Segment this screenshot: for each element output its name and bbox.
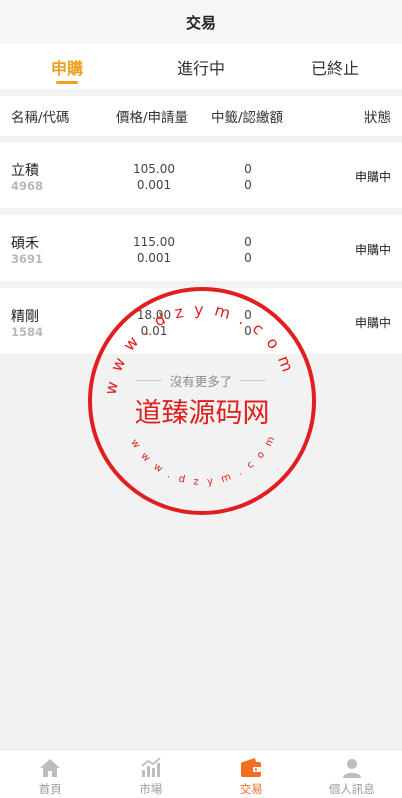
stock-subscribed: 0: [244, 324, 252, 338]
stock-code: 3691: [11, 252, 44, 266]
nav-label: 交易: [239, 782, 263, 796]
page-title: 交易: [185, 13, 216, 32]
stock-price: 115.00: [133, 235, 175, 249]
table-row[interactable]: 精剛 1584 18.00 0.01 0 0 申購中: [0, 288, 402, 354]
tab-label: 進行中: [176, 58, 225, 78]
nav-label: 個人訊息: [328, 782, 375, 796]
stock-price: 105.00: [133, 162, 175, 176]
stock-quantity: 0.001: [136, 251, 172, 265]
page-header: 交易: [0, 0, 402, 44]
tab-label: 已終止: [310, 58, 359, 78]
status-badge: 申購中: [354, 170, 391, 184]
wallet-icon: [241, 758, 262, 777]
watermark-url-bottom: www.dzym.com: [128, 427, 281, 488]
column-header-drawn: 中籤/認繳額: [211, 110, 284, 126]
column-header-name: 名稱/代碼: [11, 110, 70, 126]
nav-label: 市場: [139, 782, 163, 796]
nav-market[interactable]: 市場: [101, 750, 202, 798]
stock-name: 立積: [11, 163, 39, 179]
divider: [240, 379, 267, 381]
stock-drawn: 0: [244, 162, 252, 176]
bottom-nav: 首頁 市場 交易 個人訊息: [0, 749, 402, 798]
status-badge: 申購中: [354, 243, 391, 257]
chart-icon: [141, 757, 161, 777]
column-header-status: 狀態: [364, 110, 391, 126]
table-row[interactable]: 碩禾 3691 115.00 0.001 0 0 申購中: [0, 215, 402, 281]
tab-in-progress[interactable]: 進行中: [134, 44, 268, 89]
stock-name: 精剛: [11, 309, 39, 325]
watermark-name: 道臻源码网: [135, 398, 270, 429]
stock-code: 4968: [11, 179, 44, 193]
nav-profile[interactable]: 個人訊息: [302, 750, 402, 798]
divider: [135, 379, 162, 381]
stock-name: 碩禾: [11, 236, 39, 252]
nav-home[interactable]: 首頁: [0, 750, 101, 798]
user-icon: [342, 759, 361, 778]
stock-subscribed: 0: [244, 178, 252, 192]
nav-trade[interactable]: 交易: [201, 750, 302, 798]
list-end-text: 沒有更多了: [169, 373, 233, 389]
stock-code: 1584: [11, 325, 44, 339]
stock-quantity: 0.001: [136, 178, 172, 192]
stock-subscribed: 0: [244, 251, 252, 265]
home-icon: [40, 759, 61, 777]
table-row[interactable]: 立積 4968 105.00 0.001 0 0 申購中: [0, 142, 402, 208]
stock-drawn: 0: [244, 235, 252, 249]
tab-bar: 申購 進行中 已終止: [0, 44, 402, 89]
table-header: 名稱/代碼 價格/申請量 中籤/認繳額 狀態: [0, 96, 402, 136]
stock-price: 18.00: [136, 308, 172, 322]
list-end-indicator: 沒有更多了: [0, 370, 402, 390]
nav-label: 首頁: [38, 782, 62, 796]
tab-subscribe[interactable]: 申購: [0, 44, 134, 89]
status-badge: 申購中: [354, 316, 391, 330]
stock-drawn: 0: [244, 308, 252, 322]
tab-label: 申購: [50, 58, 83, 78]
tab-terminated[interactable]: 已終止: [268, 44, 402, 89]
column-header-price: 價格/申請量: [116, 110, 189, 126]
stock-quantity: 0.01: [140, 324, 168, 338]
